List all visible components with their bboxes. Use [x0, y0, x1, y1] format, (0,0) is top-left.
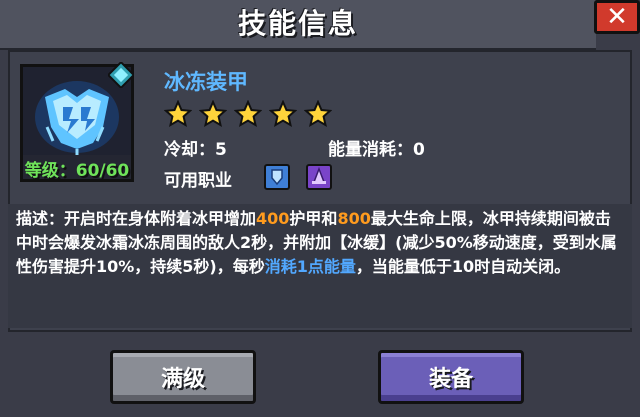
star-rating	[164, 100, 332, 128]
level-label: 等级：	[24, 161, 76, 181]
dialog-title: 技能信息	[237, 7, 358, 40]
energy-cost: 能量消耗：0	[328, 135, 425, 160]
skill-name: 冰冻装甲	[164, 70, 248, 94]
cooldown-value: 5	[215, 140, 227, 160]
armor-value: 400	[256, 209, 290, 228]
skill-info-dialog: 技能信息 ✕ 等级：60/60 冰冻装甲 冷却：5 能量消耗：0 可用职业 描述…	[0, 0, 640, 417]
star-icon	[199, 100, 227, 128]
cooldown: 冷却：5	[164, 135, 227, 160]
cooldown-label: 冷却：	[164, 140, 215, 160]
knight-class-icon	[264, 164, 290, 190]
star-icon	[269, 100, 297, 128]
star-icon	[164, 100, 192, 128]
class-label: 可用职业	[164, 171, 232, 191]
level-value: 60/60	[75, 161, 130, 181]
gem-icon	[108, 62, 134, 88]
energy-value: 0	[413, 140, 425, 160]
desc-part: 护甲和	[289, 209, 338, 228]
star-icon	[304, 100, 332, 128]
close-button[interactable]: ✕	[594, 0, 640, 34]
skill-description: 描述：开启时在身体附着冰甲增加400护甲和800最大生命上限，冰甲持续期间被击中…	[16, 207, 622, 279]
hp-value: 800	[337, 209, 371, 228]
desc-part: ，当能量低于10时自动关闭。	[355, 257, 571, 276]
equip-button[interactable]: 装备	[378, 350, 524, 404]
wizard-class-icon	[306, 164, 332, 190]
skill-level: 等级：60/60	[20, 156, 134, 181]
energy-label: 能量消耗：	[328, 140, 413, 160]
desc-part: 描述：开启时在身体附着冰甲增加	[16, 209, 257, 228]
energy-cost-text: 消耗1点能量	[264, 257, 356, 276]
close-icon: ✕	[606, 2, 628, 32]
star-icon	[234, 100, 262, 128]
max-level-button[interactable]: 满级	[110, 350, 256, 404]
title-bar: 技能信息	[0, 0, 596, 50]
